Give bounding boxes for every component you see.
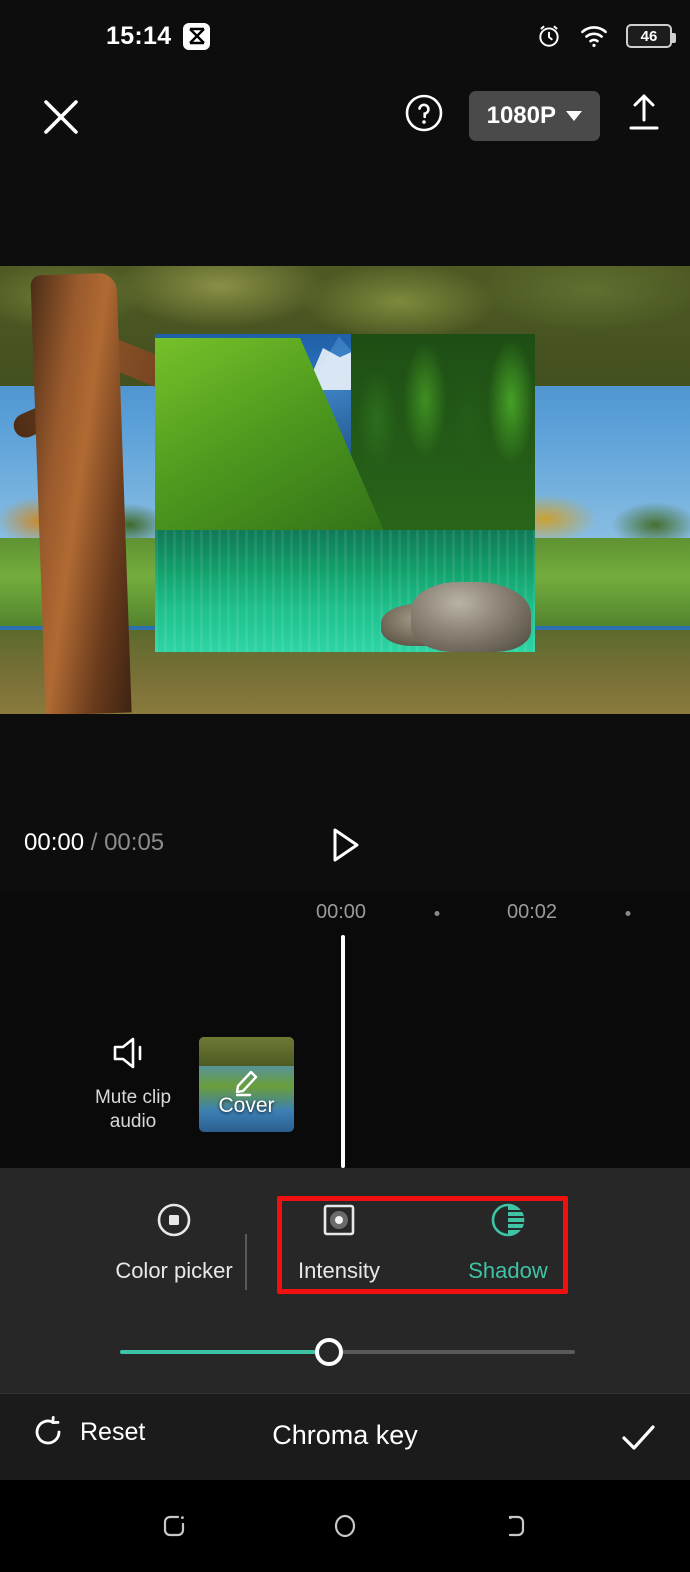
color-picker-label: Color picker <box>115 1258 233 1283</box>
app-screen: 15:14 46 1080P 00:00 / 00:05 00:00 00:02… <box>0 0 690 1572</box>
play-button[interactable] <box>322 823 366 867</box>
cover-button[interactable]: Cover <box>199 1037 294 1132</box>
nav-home-button[interactable] <box>321 1502 369 1550</box>
nav-recents-button[interactable] <box>150 1502 198 1550</box>
ruler-tick-1 <box>434 911 440 916</box>
playhead[interactable] <box>341 935 345 1168</box>
resolution-selector[interactable]: 1080P <box>468 90 600 141</box>
timeline-area[interactable]: 00:00 00:02 Mute clip audio End <box>0 893 690 1168</box>
slider-fill <box>120 1350 330 1354</box>
battery-indicator: 46 <box>626 24 676 48</box>
total-time: 00:05 <box>104 829 165 856</box>
export-button[interactable] <box>622 90 666 141</box>
mute-clip-audio-button[interactable]: Mute clip audio <box>88 1033 178 1134</box>
cover-label: Cover <box>218 1094 275 1117</box>
slider-handle[interactable] <box>315 1338 344 1366</box>
status-clock: 15:14 <box>106 21 172 50</box>
tools-divider <box>245 1234 247 1290</box>
help-button[interactable] <box>401 90 447 141</box>
player-bar: 00:00 / 00:05 <box>0 793 690 893</box>
overlay-video-frame[interactable] <box>155 334 535 652</box>
close-button[interactable] <box>38 94 84 140</box>
chevron-down-icon <box>566 110 582 121</box>
speaker-mute-icon <box>113 1037 142 1069</box>
color-picker-icon <box>157 1203 191 1237</box>
android-nav-bar <box>0 1480 690 1572</box>
help-icon <box>405 94 442 132</box>
export-upload-icon <box>629 94 659 130</box>
battery-level: 46 <box>640 27 658 45</box>
home-icon <box>334 1514 356 1538</box>
video-preview-canvas[interactable] <box>0 266 690 714</box>
chroma-bottom-bar: Reset Chroma key <box>0 1393 690 1480</box>
highlight-annotation-box <box>277 1196 568 1294</box>
time-separator: / <box>90 829 98 856</box>
color-picker-tool[interactable]: Color picker <box>104 1196 244 1284</box>
mute-label-line2: audio <box>109 1111 157 1132</box>
panel-title: Chroma key <box>272 1420 418 1450</box>
check-icon <box>622 1425 655 1450</box>
current-time: 00:00 <box>24 829 85 856</box>
resolution-value: 1080P <box>486 101 556 129</box>
ruler-label-2: 00:02 <box>506 901 558 923</box>
playback-time: 00:00 / 00:05 <box>24 829 164 857</box>
toolbar-actions: 1080P <box>401 90 666 141</box>
preview-area <box>0 164 690 793</box>
intensity-slider[interactable] <box>0 1332 690 1372</box>
status-bar: 15:14 46 <box>0 0 690 72</box>
nav-back-button[interactable] <box>490 1502 538 1550</box>
ruler-tick-3 <box>625 911 631 916</box>
confirm-button[interactable] <box>616 1416 660 1460</box>
wifi-icon <box>581 26 607 47</box>
back-icon <box>508 1515 525 1537</box>
recents-icon <box>163 1515 185 1537</box>
alarm-icon <box>539 25 559 47</box>
status-bar-left: 15:14 <box>106 21 211 51</box>
mute-label-line1: Mute clip <box>94 1087 172 1108</box>
status-bar-right: 46 <box>536 23 676 49</box>
close-icon <box>44 100 78 134</box>
play-icon <box>333 828 359 862</box>
editor-toolbar: 1080P <box>0 72 690 164</box>
timeline-ruler[interactable]: 00:00 00:02 <box>0 893 690 941</box>
ruler-label-0: 00:00 <box>315 901 367 923</box>
capcut-icon <box>183 22 211 50</box>
